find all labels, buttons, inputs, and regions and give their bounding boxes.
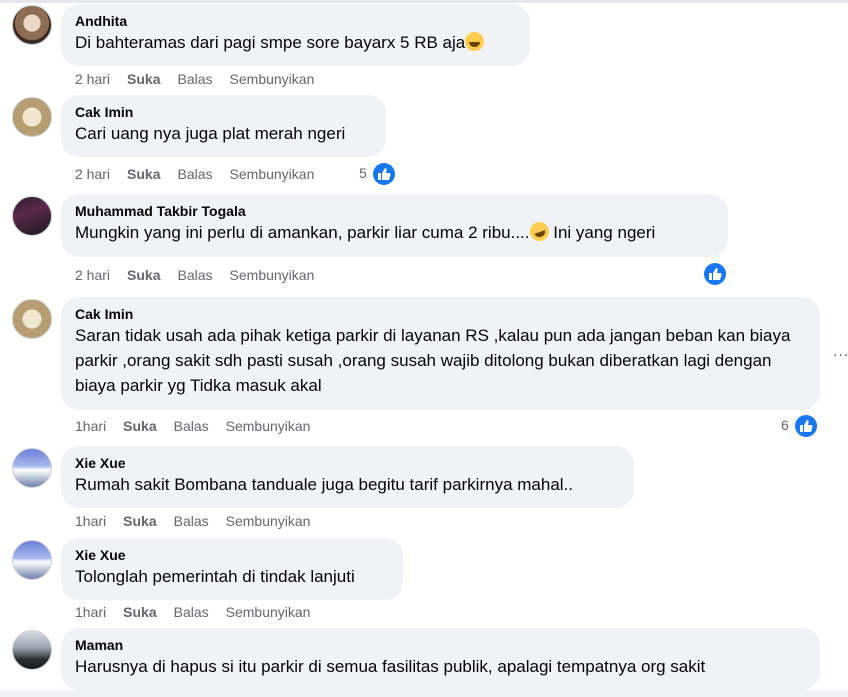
comment-author[interactable]: Xie Xue — [75, 454, 622, 472]
comment-time[interactable]: 1hari — [75, 418, 106, 434]
comment-actions: 2 hari Suka Balas Sembunyikan — [75, 267, 331, 283]
comment-actions: 2 hari Suka Balas Sembunyikan — [75, 71, 331, 87]
comment-bubble: Cak Imin Cari uang nya juga plat merah n… — [61, 95, 386, 157]
reply-button[interactable]: Balas — [174, 418, 209, 434]
reply-button[interactable]: Balas — [178, 267, 213, 283]
comment-text: Mungkin yang ini perlu di amankan, parki… — [75, 219, 716, 245]
comment-time[interactable]: 1hari — [75, 513, 106, 529]
comment-time[interactable]: 2 hari — [75, 71, 110, 87]
comment-bubble: Xie Xue Tolonglah pemerintah di tindak l… — [61, 538, 403, 600]
comment-author[interactable]: Xie Xue — [75, 546, 391, 564]
reply-button[interactable]: Balas — [178, 166, 213, 182]
avatar[interactable] — [12, 540, 52, 580]
avatar[interactable] — [12, 448, 52, 488]
smiling-face-icon — [465, 32, 485, 51]
comment-author[interactable]: Maman — [75, 636, 808, 654]
comment-author[interactable]: Andhita — [75, 12, 518, 30]
top-divider — [0, 0, 848, 3]
reply-button[interactable]: Balas — [174, 513, 209, 529]
comment-text: Harusnya di hapus si itu parkir di semua… — [75, 657, 706, 676]
comment-bubble: Maman Harusnya di hapus si itu parkir di… — [61, 628, 820, 690]
reaction-summary[interactable] — [702, 263, 726, 286]
reaction-summary[interactable]: 6 — [781, 415, 817, 438]
avatar[interactable] — [12, 299, 52, 339]
comment-author[interactable]: Muhammad Takbir Togala — [75, 202, 716, 220]
like-button[interactable]: Suka — [127, 71, 160, 87]
like-button[interactable]: Suka — [127, 166, 160, 182]
comment-bubble: Andhita Di bahteramas dari pagi smpe sor… — [61, 4, 530, 66]
hide-button[interactable]: Sembunyikan — [230, 166, 315, 182]
comment-actions: 1hari Suka Balas Sembunyikan — [75, 418, 327, 434]
like-button[interactable]: Suka — [123, 513, 156, 529]
reaction-count: 6 — [781, 417, 789, 433]
comment-text: Cari uang nya juga plat merah ngeri — [75, 124, 346, 143]
avatar[interactable] — [12, 630, 52, 670]
hide-button[interactable]: Sembunyikan — [230, 267, 315, 283]
comment-text: Di bahteramas dari pagi smpe sore bayarx… — [75, 30, 518, 55]
avatar[interactable] — [12, 196, 52, 236]
comment-text: Tolonglah pemerintah di tindak lanjuti — [75, 567, 355, 586]
avatar[interactable] — [12, 5, 52, 45]
hide-button[interactable]: Sembunyikan — [226, 418, 311, 434]
hide-button[interactable]: Sembunyikan — [226, 604, 311, 620]
hide-button[interactable]: Sembunyikan — [230, 71, 315, 87]
like-button[interactable]: Suka — [123, 418, 156, 434]
comment-time[interactable]: 2 hari — [75, 166, 110, 182]
more-options-icon[interactable]: ... — [833, 343, 848, 361]
comment-bubble: Muhammad Takbir Togala Mungkin yang ini … — [61, 194, 728, 257]
comment-bubble: Cak Imin Saran tidak usah ada pihak keti… — [61, 297, 820, 410]
avatar[interactable] — [12, 97, 52, 137]
like-reaction-icon — [372, 163, 395, 186]
like-reaction-icon — [704, 263, 726, 286]
like-button[interactable]: Suka — [123, 604, 156, 620]
comment-actions: 2 hari Suka Balas Sembunyikan — [75, 166, 331, 182]
comment-author[interactable]: Cak Imin — [75, 103, 374, 121]
reply-button[interactable]: Balas — [174, 604, 209, 620]
comment-time[interactable]: 1hari — [75, 604, 106, 620]
reply-button[interactable]: Balas — [178, 71, 213, 87]
like-button[interactable]: Suka — [127, 267, 160, 283]
comment-text: Saran tidak usah ada pihak ketiga parkir… — [75, 326, 791, 395]
comment-time[interactable]: 2 hari — [75, 267, 110, 283]
reply-composer-edge — [0, 690, 848, 697]
hide-button[interactable]: Sembunyikan — [226, 513, 311, 529]
comment-bubble: Xie Xue Rumah sakit Bombana tanduale jug… — [61, 446, 634, 508]
comment-text-body: Mungkin yang ini perlu di amankan, parki… — [75, 223, 530, 242]
reaction-summary[interactable]: 5 — [359, 163, 395, 186]
comment-text-body: Di bahteramas dari pagi smpe sore bayarx… — [75, 33, 466, 52]
comment-actions: 1hari Suka Balas Sembunyikan — [75, 513, 327, 529]
reaction-count: 5 — [359, 165, 367, 181]
comment-text: Rumah sakit Bombana tanduale juga begitu… — [75, 475, 574, 494]
comment-actions: 1hari Suka Balas Sembunyikan — [75, 604, 327, 620]
comment-author[interactable]: Cak Imin — [75, 305, 808, 323]
like-reaction-icon — [794, 415, 817, 438]
comment-text-tail: Ini yang ngeri — [548, 223, 656, 242]
